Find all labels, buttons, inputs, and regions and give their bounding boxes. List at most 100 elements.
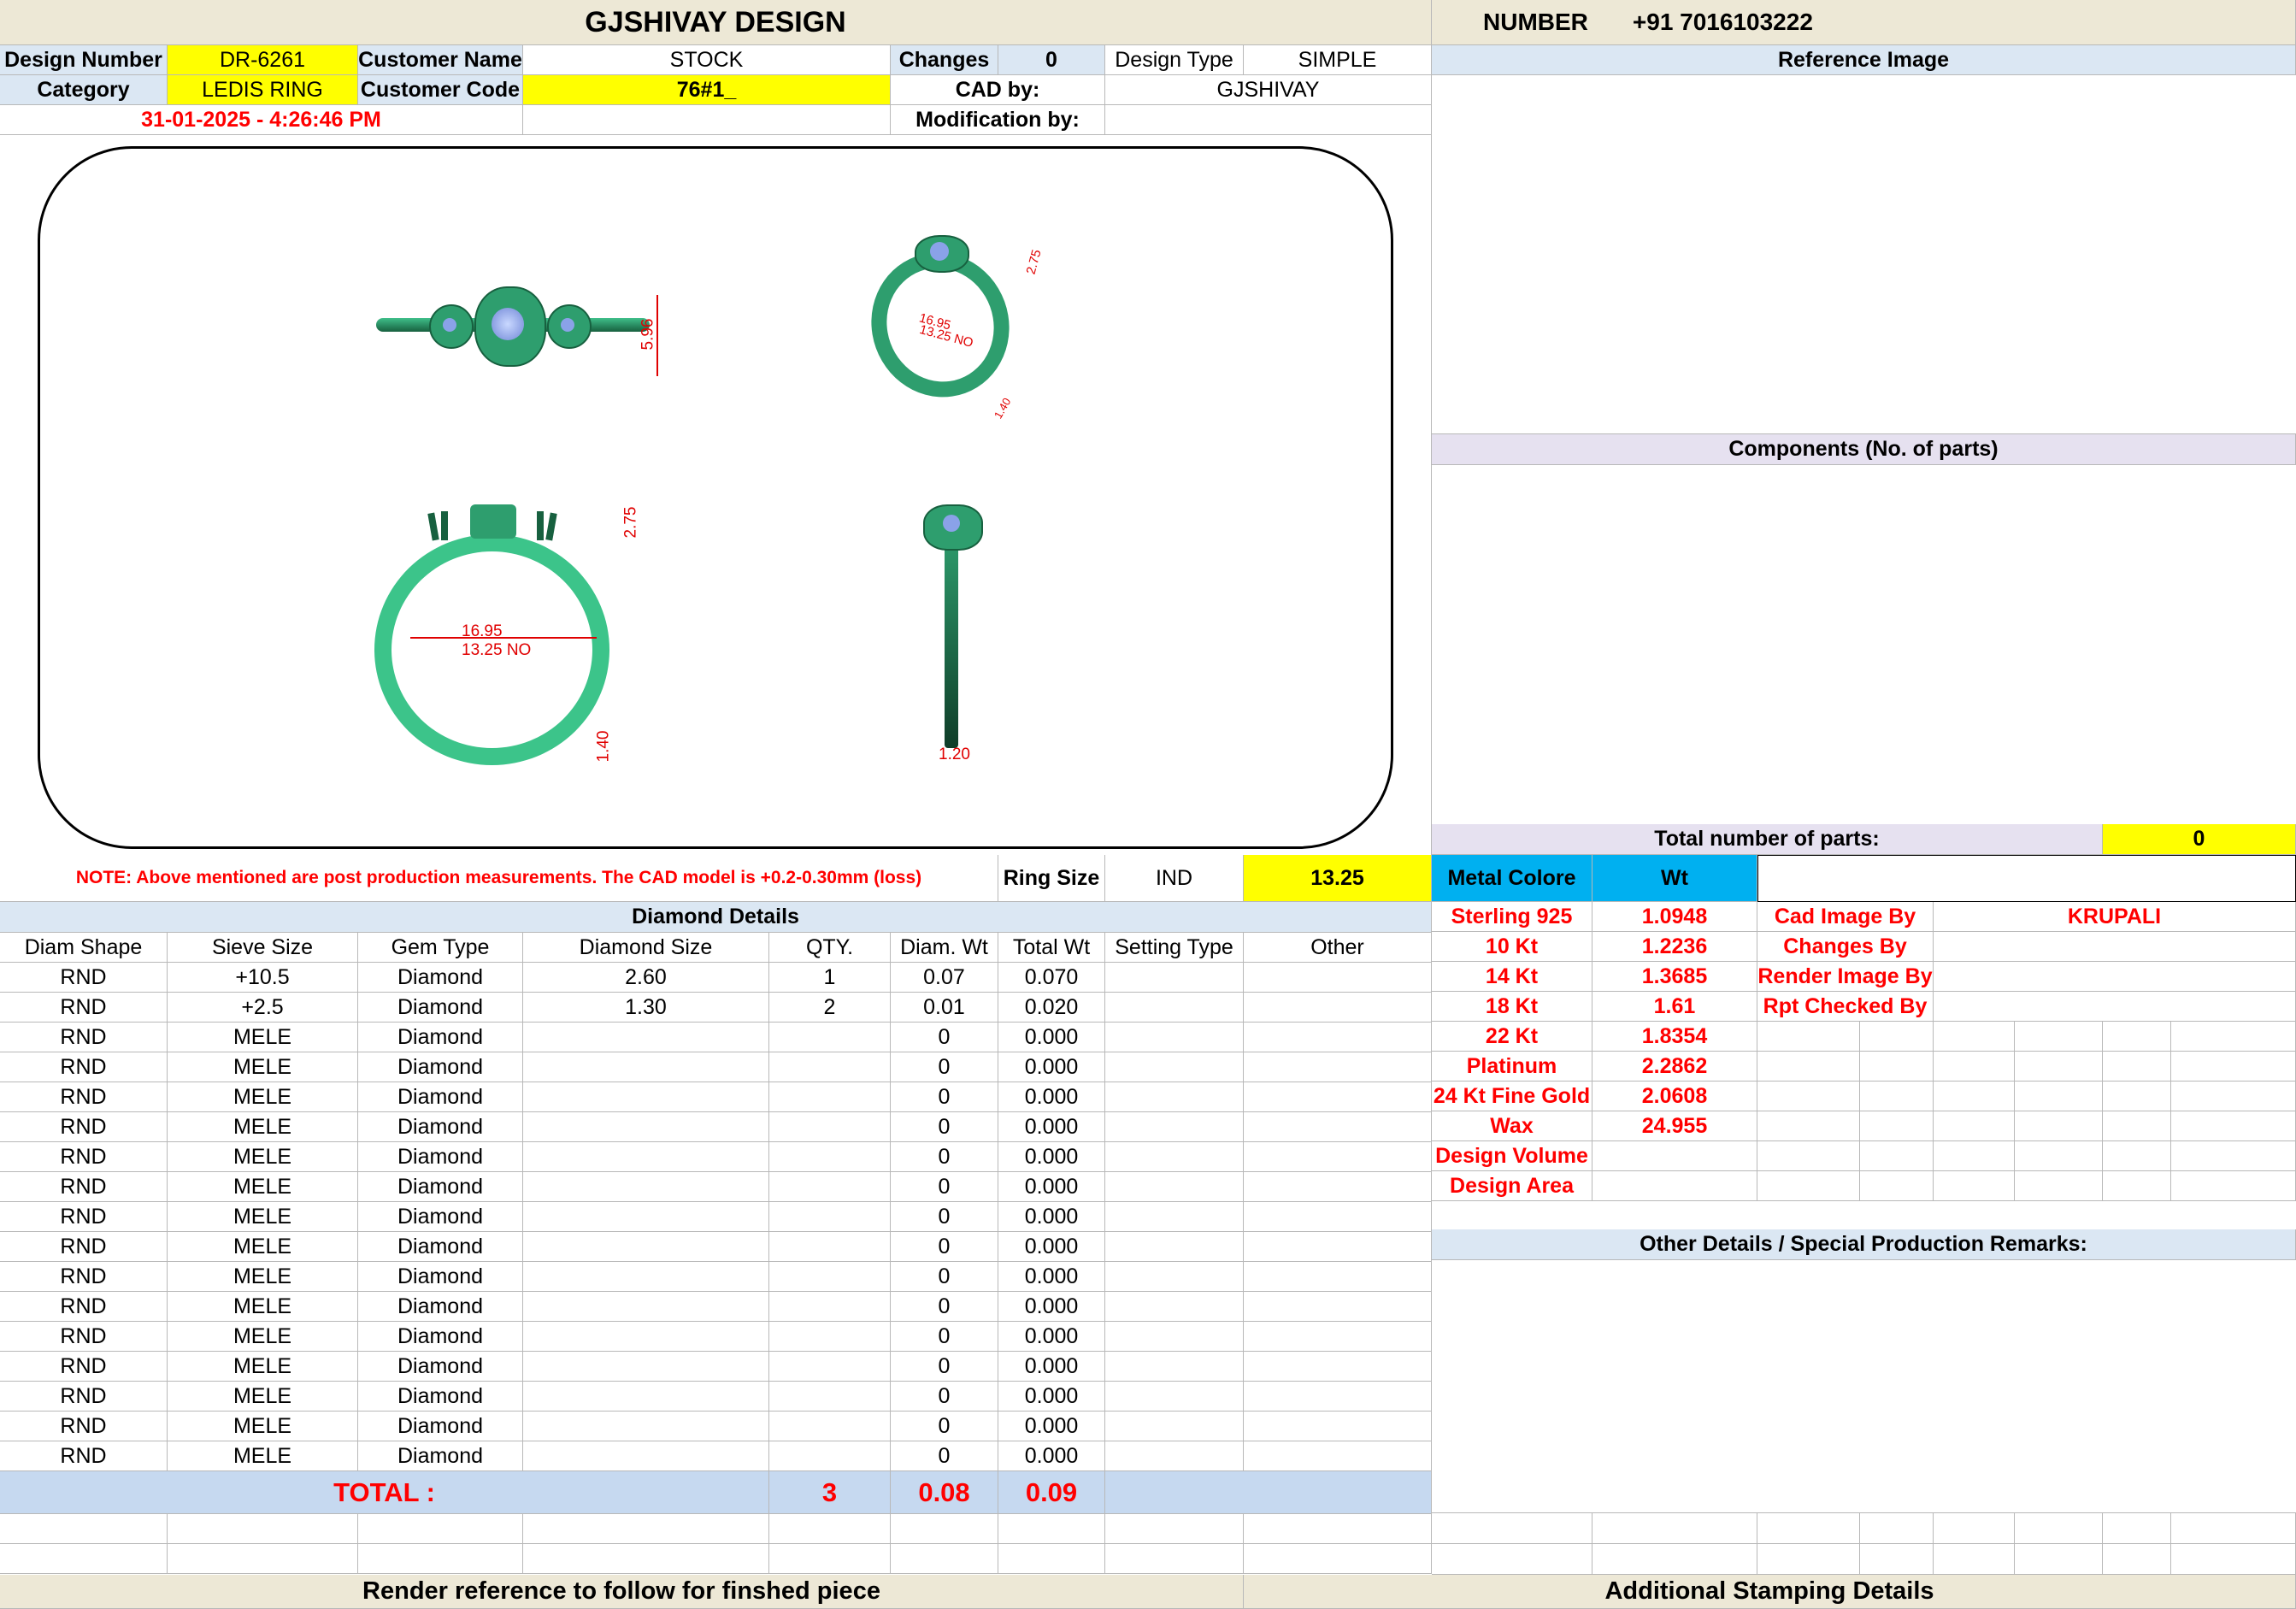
diamond-cell[interactable]: MELE [168,1023,358,1052]
diamond-cell[interactable]: MELE [168,1202,358,1232]
diamond-cell[interactable] [1105,1112,1244,1142]
diamond-cell[interactable] [1244,1292,1432,1322]
diamond-cell[interactable] [1244,1322,1432,1352]
diamond-cell[interactable]: Diamond [358,1082,523,1112]
diamond-cell[interactable]: 0 [891,1082,998,1112]
diamond-cell[interactable]: 0.000 [998,1082,1105,1112]
credit-value[interactable] [1934,962,2296,992]
ring-size-standard[interactable]: IND [1105,855,1244,902]
diamond-cell[interactable] [1105,1441,1244,1471]
diamond-cell[interactable]: MELE [168,1322,358,1352]
diamond-cell[interactable]: 0.000 [998,1412,1105,1441]
diamond-cell[interactable]: 0.020 [998,993,1105,1023]
diamond-cell[interactable]: 0 [891,1112,998,1142]
diamond-cell[interactable] [1244,1441,1432,1471]
diamond-cell[interactable] [1244,963,1432,993]
diamond-cell[interactable]: RND [0,1023,168,1052]
diamond-cell[interactable] [1105,993,1244,1023]
diamond-cell[interactable]: RND [0,1142,168,1172]
diamond-cell[interactable]: Diamond [358,963,523,993]
diamond-cell[interactable] [1105,1082,1244,1112]
metal-weight[interactable] [1592,1141,1757,1171]
diamond-cell[interactable]: RND [0,1232,168,1262]
diamond-cell[interactable]: MELE [168,1441,358,1471]
diamond-cell[interactable] [769,1082,891,1112]
diamond-cell[interactable] [769,1262,891,1292]
ring-size-value[interactable]: 13.25 [1244,855,1432,902]
credit-value[interactable] [1934,932,2296,962]
diamond-cell[interactable]: MELE [168,1232,358,1262]
diamond-cell[interactable] [523,1052,769,1082]
diamond-cell[interactable]: Diamond [358,1172,523,1202]
credit-value[interactable]: KRUPALI [1934,902,2296,932]
diamond-cell[interactable] [1105,963,1244,993]
diamond-cell[interactable] [769,1172,891,1202]
diamond-cell[interactable]: MELE [168,1352,358,1382]
diamond-cell[interactable]: RND [0,1052,168,1082]
diamond-cell[interactable] [523,1382,769,1412]
diamond-cell[interactable]: Diamond [358,1052,523,1082]
diamond-cell[interactable] [523,1023,769,1052]
diamond-cell[interactable]: 1 [769,963,891,993]
diamond-cell[interactable]: Diamond [358,1023,523,1052]
diamond-cell[interactable]: MELE [168,1412,358,1441]
diamond-cell[interactable] [1105,1232,1244,1262]
diamond-cell[interactable] [1105,1262,1244,1292]
diamond-cell[interactable]: Diamond [358,1202,523,1232]
diamond-cell[interactable]: 0 [891,1023,998,1052]
diamond-cell[interactable]: 0.000 [998,1202,1105,1232]
diamond-cell[interactable]: +2.5 [168,993,358,1023]
diamond-cell[interactable]: MELE [168,1172,358,1202]
diamond-cell[interactable] [1244,1112,1432,1142]
diamond-cell[interactable]: RND [0,1412,168,1441]
diamond-cell[interactable]: 0 [891,1352,998,1382]
diamond-cell[interactable] [1244,1052,1432,1082]
diamond-cell[interactable] [1105,1412,1244,1441]
diamond-cell[interactable]: RND [0,963,168,993]
diamond-cell[interactable] [769,1352,891,1382]
diamond-cell[interactable]: MELE [168,1052,358,1082]
diamond-cell[interactable]: MELE [168,1082,358,1112]
diamond-cell[interactable]: 0 [891,1382,998,1412]
diamond-cell[interactable]: RND [0,1172,168,1202]
diamond-cell[interactable]: 0 [891,1202,998,1232]
cad-by-value[interactable]: GJSHIVAY [1105,75,1432,105]
diamond-cell[interactable] [1105,1322,1244,1352]
modification-value[interactable] [1105,105,1432,135]
diamond-cell[interactable] [769,1112,891,1142]
diamond-cell[interactable]: RND [0,1112,168,1142]
total-parts-value[interactable]: 0 [2103,824,2296,855]
diamond-cell[interactable]: 0.000 [998,1023,1105,1052]
diamond-cell[interactable] [523,1262,769,1292]
diamond-cell[interactable] [523,1142,769,1172]
diamond-cell[interactable] [769,1142,891,1172]
category-value[interactable]: LEDIS RING [168,75,358,105]
diamond-cell[interactable]: 0.000 [998,1382,1105,1412]
diamond-cell[interactable] [1244,1232,1432,1262]
diamond-cell[interactable]: 0 [891,1172,998,1202]
diamond-cell[interactable] [769,1322,891,1352]
diamond-cell[interactable] [1105,1202,1244,1232]
diamond-cell[interactable] [523,1322,769,1352]
diamond-cell[interactable]: 0 [891,1412,998,1441]
diamond-cell[interactable] [1244,1172,1432,1202]
metal-weight[interactable]: 2.2862 [1592,1052,1757,1082]
diamond-cell[interactable] [1105,1292,1244,1322]
diamond-cell[interactable] [769,1382,891,1412]
diamond-cell[interactable]: 0.000 [998,1262,1105,1292]
diamond-cell[interactable] [523,1202,769,1232]
diamond-cell[interactable]: +10.5 [168,963,358,993]
diamond-cell[interactable] [1244,993,1432,1023]
diamond-cell[interactable]: 0.000 [998,1352,1105,1382]
metal-weight[interactable]: 2.0608 [1592,1082,1757,1111]
diamond-cell[interactable]: Diamond [358,1262,523,1292]
metal-weight[interactable]: 1.3685 [1592,962,1757,992]
diamond-cell[interactable]: 0 [891,1052,998,1082]
diamond-cell[interactable]: 0.000 [998,1232,1105,1262]
diamond-cell[interactable]: 2.60 [523,963,769,993]
diamond-cell[interactable]: RND [0,1292,168,1322]
customer-name-value[interactable]: STOCK [523,45,891,75]
diamond-cell[interactable]: 0.000 [998,1112,1105,1142]
diamond-cell[interactable] [1105,1352,1244,1382]
diamond-cell[interactable]: Diamond [358,1112,523,1142]
